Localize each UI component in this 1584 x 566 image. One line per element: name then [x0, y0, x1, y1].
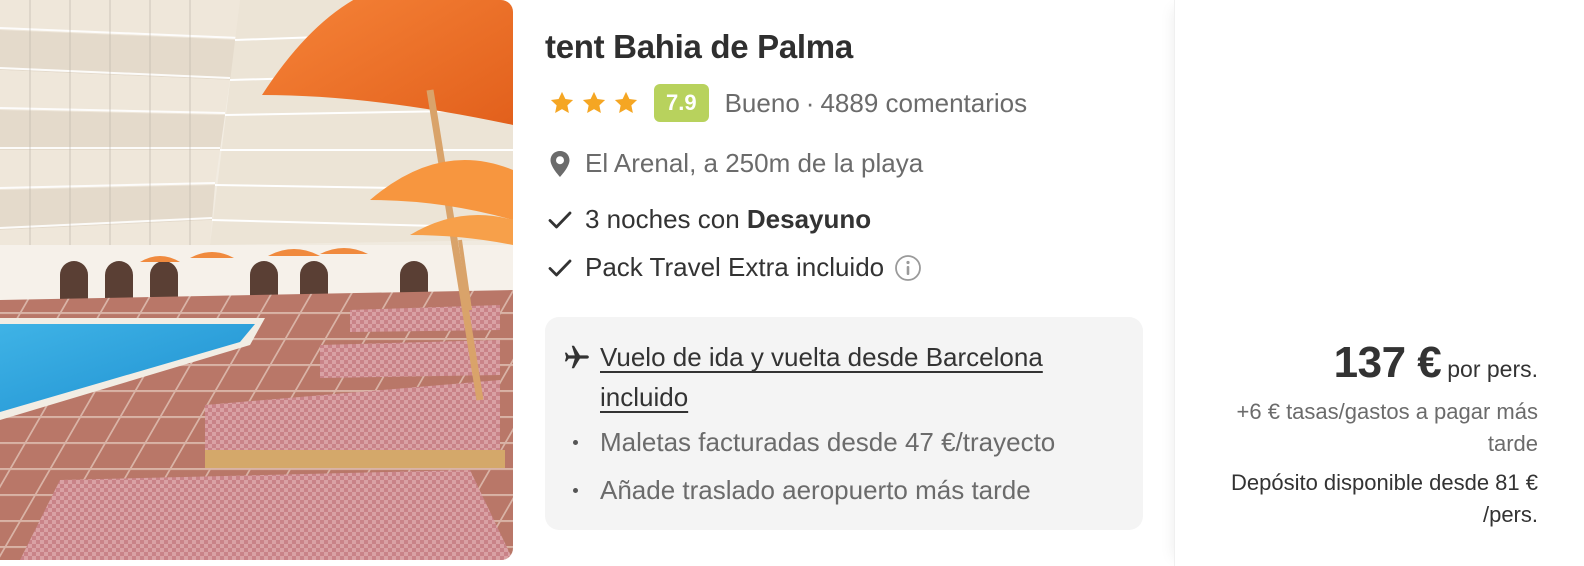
- bullet-dot: [573, 440, 578, 445]
- hotel-pool-image: [0, 0, 513, 560]
- info-circle-icon[interactable]: [894, 254, 922, 282]
- map-pin-icon: [545, 149, 575, 179]
- star-icon: [550, 91, 574, 114]
- rating-summary[interactable]: Bueno · 4889 comentarios: [725, 88, 1028, 119]
- transfer-info: Añade traslado aeropuerto más tarde: [573, 475, 1031, 506]
- baggage-info: Maletas facturadas desde 47 €/trayecto: [573, 427, 1055, 458]
- transfer-text: Añade traslado aeropuerto más tarde: [600, 475, 1031, 505]
- checkmark-icon: [545, 253, 575, 283]
- flight-box: Vuelo de ida y vuelta desde Barcelona in…: [545, 317, 1143, 530]
- board-type: Desayuno: [746, 204, 872, 234]
- review-count: 4889 comentarios: [820, 87, 1028, 118]
- score-badge: 7.9: [654, 84, 709, 122]
- flight-details-link[interactable]: Vuelo de ida y vuelta desde Barcelona in…: [600, 337, 1120, 417]
- taxes-note: +6 € tasas/gastos a pagar más tarde: [1236, 399, 1538, 456]
- location-row: El Arenal, a 250m de la playa: [545, 148, 923, 179]
- bullet-dot: [573, 488, 578, 493]
- deposit-note: Depósito disponible desde 81 € /pers.: [1230, 470, 1538, 527]
- star-icon: [582, 91, 606, 114]
- feature-pack-text: Pack Travel Extra incluido: [585, 252, 885, 282]
- feature-nights-text: 3 noches con Desayuno: [585, 204, 872, 234]
- rating-row: 7.9 Bueno · 4889 comentarios: [548, 84, 1027, 122]
- price-panel[interactable]: 137 € por pers. +6 € tasas/gastos a paga…: [1174, 0, 1584, 566]
- location-text: El Arenal, a 250m de la playa: [585, 148, 924, 178]
- price-line: 137 € por pers.: [1334, 338, 1538, 388]
- airplane-icon: [564, 345, 589, 369]
- star-rating: [548, 89, 640, 117]
- feature-breakfast: 3 noches con Desayuno: [545, 204, 871, 235]
- baggage-text: Maletas facturadas desde 47 €/trayecto: [600, 427, 1056, 457]
- star-icon: [614, 91, 638, 114]
- rating-separator: ·: [805, 87, 815, 118]
- feature-pack: Pack Travel Extra incluido: [545, 252, 922, 283]
- checkmark-icon: [545, 205, 575, 235]
- price-amount: 137 €: [1333, 338, 1442, 387]
- hotel-photo[interactable]: [0, 0, 513, 560]
- rating-label: Bueno: [724, 87, 800, 118]
- price-unit: por pers.: [1447, 356, 1538, 382]
- hotel-card[interactable]: tent Bahia de Palma 7.9 Bueno · 4889 comen…: [0, 0, 1584, 566]
- hotel-title[interactable]: tent Bahia de Palma: [545, 28, 853, 66]
